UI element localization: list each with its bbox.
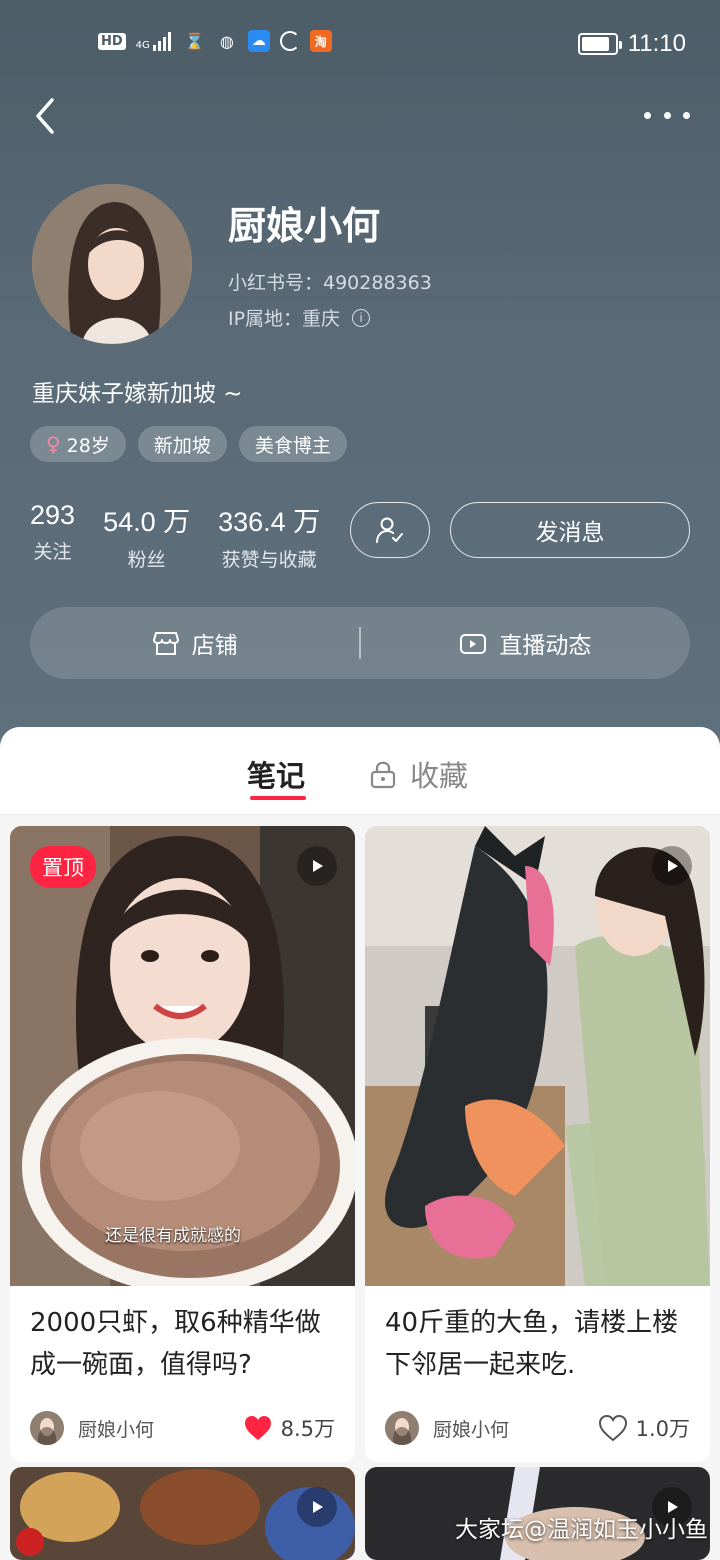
female-icon: ♀ bbox=[46, 432, 61, 456]
sync-icon bbox=[279, 31, 300, 51]
note-card[interactable]: 40斤重的大鱼，请楼上楼下邻居一起来吃. 厨娘小何 1.0万 bbox=[365, 826, 710, 1462]
shop-button[interactable]: 店铺 bbox=[30, 626, 359, 660]
hourglass-icon: ⌛ bbox=[184, 31, 205, 51]
chevron-left-icon bbox=[36, 98, 54, 134]
tag-age-label: 28岁 bbox=[66, 434, 110, 457]
note-cover-image bbox=[365, 826, 710, 1286]
user-id: 小红书号：490288363 bbox=[228, 272, 432, 294]
dot-icon bbox=[644, 111, 651, 119]
followed-button[interactable] bbox=[350, 502, 430, 558]
author-name: 厨娘小何 bbox=[433, 1418, 510, 1441]
pinned-badge: 置顶 bbox=[30, 846, 96, 888]
stat-likes-label: 获赞与收藏 bbox=[221, 549, 317, 571]
note-meta: 厨娘小何 8.5万 bbox=[10, 1394, 355, 1462]
stat-followers-label: 粉丝 bbox=[127, 549, 166, 571]
tab-favorites-label: 收藏 bbox=[410, 759, 469, 793]
ip-location: IP属地：重庆 i bbox=[228, 304, 371, 331]
info-icon[interactable]: i bbox=[352, 308, 371, 327]
lock-icon bbox=[370, 761, 396, 789]
note-title: 2000只虾，取6种精华做成一碗面，值得吗? bbox=[30, 1308, 321, 1380]
content-tabs: 笔记 收藏 bbox=[0, 727, 720, 815]
dot-icon bbox=[663, 111, 671, 119]
globe-icon: ◍ bbox=[219, 31, 234, 51]
heart-filled-icon bbox=[244, 1416, 271, 1440]
clock: 11:10 bbox=[627, 30, 686, 57]
stat-likes[interactable]: 336.4 万 获赞与收藏 bbox=[218, 500, 320, 572]
stat-following-count: 293 bbox=[30, 500, 76, 530]
like-button[interactable]: 1.0万 bbox=[598, 1413, 690, 1443]
author-name: 厨娘小何 bbox=[78, 1418, 155, 1441]
username: 厨娘小何 bbox=[228, 204, 381, 248]
author-avatar[interactable] bbox=[30, 1411, 64, 1445]
tag-location: 新加坡 bbox=[137, 426, 227, 462]
hd-indicator: HD bbox=[98, 32, 126, 50]
live-feed-button[interactable]: 直播动态 bbox=[361, 626, 690, 660]
stat-following[interactable]: 293 关注 bbox=[30, 500, 75, 572]
profile-bio: 重庆妹子嫁新加坡 ~ bbox=[32, 381, 243, 407]
play-icon bbox=[297, 1487, 337, 1527]
stat-followers[interactable]: 54.0 万 粉丝 bbox=[103, 500, 190, 572]
like-count: 1.0万 bbox=[635, 1417, 690, 1441]
send-message-button[interactable]: 发消息 bbox=[450, 502, 690, 558]
stat-followers-count: 54.0 万 bbox=[103, 507, 191, 537]
live-label: 直播动态 bbox=[499, 633, 592, 659]
tab-notes[interactable]: 笔记 bbox=[247, 753, 305, 795]
tab-favorites[interactable]: 收藏 bbox=[370, 753, 468, 795]
weather-icon: ☁ bbox=[247, 30, 270, 52]
like-count: 8.5万 bbox=[280, 1417, 335, 1441]
signal-icon: 4G bbox=[136, 31, 174, 51]
note-cover-image: 置顶 还是很有成就感的 bbox=[10, 826, 355, 1286]
video-caption: 还是很有成就感的 bbox=[105, 1226, 241, 1246]
shop-live-bar: 店铺 直播动态 bbox=[30, 607, 690, 679]
more-options-button[interactable] bbox=[644, 100, 690, 130]
notes-content: 笔记 收藏 置顶 还是很有成就感的 2000只虾，取6种精华做成一碗面，值得吗?… bbox=[0, 727, 720, 1560]
user-check-icon bbox=[376, 517, 403, 543]
active-tab-indicator bbox=[250, 796, 306, 800]
battery-icon bbox=[577, 33, 622, 55]
taobao-icon: 淘 bbox=[309, 30, 332, 52]
store-icon bbox=[152, 632, 179, 655]
profile-avatar[interactable] bbox=[32, 184, 192, 344]
tag-age: ♀ 28岁 bbox=[30, 426, 126, 462]
stat-following-label: 关注 bbox=[33, 541, 72, 563]
profile-tags: ♀ 28岁 新加坡 美食博主 bbox=[30, 426, 347, 462]
tag-category: 美食博主 bbox=[238, 426, 347, 462]
note-card[interactable]: 置顶 还是很有成就感的 2000只虾，取6种精华做成一碗面，值得吗? 厨娘小何 … bbox=[10, 826, 355, 1462]
play-icon bbox=[652, 846, 692, 886]
note-title: 40斤重的大鱼，请楼上楼下邻居一起来吃. bbox=[385, 1308, 679, 1380]
author-avatar[interactable] bbox=[385, 1411, 419, 1445]
dot-icon bbox=[683, 111, 690, 119]
watermark: 大家坛@温润如玉小小鱼 bbox=[455, 1517, 708, 1543]
stat-likes-count: 336.4 万 bbox=[218, 507, 321, 537]
like-button[interactable]: 8.5万 bbox=[243, 1413, 335, 1443]
back-button[interactable] bbox=[28, 94, 68, 138]
ip-location-text: IP属地：重庆 bbox=[228, 308, 341, 330]
profile-stats: 293 关注 54.0 万 粉丝 336.4 万 获赞与收藏 bbox=[30, 500, 320, 572]
play-icon bbox=[297, 846, 337, 886]
heart-outline-icon bbox=[598, 1414, 627, 1442]
note-meta: 厨娘小何 1.0万 bbox=[365, 1394, 710, 1462]
status-bar: HD 4G ⌛ ◍ ☁ 淘 11:10 bbox=[0, 0, 720, 90]
video-icon bbox=[460, 634, 487, 654]
note-card[interactable] bbox=[10, 1467, 355, 1560]
shop-label: 店铺 bbox=[191, 633, 238, 659]
